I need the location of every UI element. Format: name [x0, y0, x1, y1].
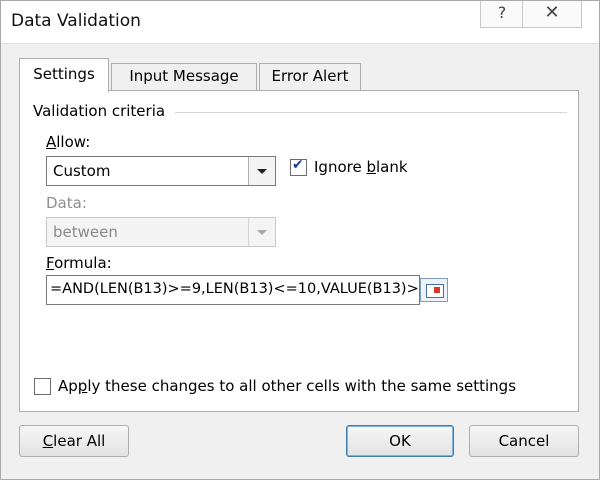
allow-select[interactable]: Custom	[46, 156, 276, 186]
title-bar: Data Validation ? ✕	[1, 1, 599, 44]
collapse-dialog-button[interactable]	[420, 278, 448, 302]
tab-error-alert-label: Error Alert	[271, 67, 349, 85]
data-label: Data:	[46, 194, 87, 212]
help-icon: ?	[497, 3, 507, 22]
data-select: between	[46, 217, 276, 247]
formula-input[interactable]: =AND(LEN(B13)>=9,LEN(B13)<=10,VALUE(B13)…	[46, 275, 420, 305]
data-validation-dialog: Data Validation ? ✕ Settings Input Messa…	[0, 0, 600, 480]
validation-criteria-heading: Validation criteria	[33, 102, 166, 120]
tab-settings[interactable]: Settings	[19, 58, 109, 92]
clear-all-button[interactable]: Clear All	[19, 425, 129, 457]
formula-label: Formula:	[46, 254, 112, 272]
tab-input-message[interactable]: Input Message	[111, 63, 257, 90]
range-marker-icon	[434, 287, 440, 293]
ignore-blank-checkbox[interactable]	[290, 157, 307, 176]
tab-settings-label: Settings	[33, 65, 95, 83]
apply-all-checkbox[interactable]	[34, 378, 51, 395]
allow-value: Custom	[53, 162, 111, 180]
tab-error-alert[interactable]: Error Alert	[259, 63, 361, 90]
settings-panel: Validation criteria Allow: Custom Ignore…	[19, 90, 579, 412]
allow-label: Allow:	[46, 133, 91, 151]
ignore-blank-label[interactable]: Ignore blank	[314, 158, 408, 176]
chevron-down-icon[interactable]	[248, 157, 275, 185]
cancel-button[interactable]: Cancel	[469, 425, 579, 457]
dialog-title: Data Validation	[11, 11, 141, 31]
tab-input-message-label: Input Message	[129, 67, 239, 85]
formula-value: =AND(LEN(B13)>=9,LEN(B13)<=10,VALUE(B13)…	[50, 281, 419, 297]
group-divider	[175, 112, 567, 113]
help-button[interactable]: ?	[480, 1, 524, 28]
data-value: between	[53, 223, 118, 241]
chevron-down-icon	[248, 218, 275, 246]
apply-all-label[interactable]: Apply these changes to all other cells w…	[58, 377, 516, 395]
close-icon: ✕	[544, 2, 560, 23]
close-button[interactable]: ✕	[522, 1, 582, 28]
ok-button[interactable]: OK	[346, 425, 454, 457]
